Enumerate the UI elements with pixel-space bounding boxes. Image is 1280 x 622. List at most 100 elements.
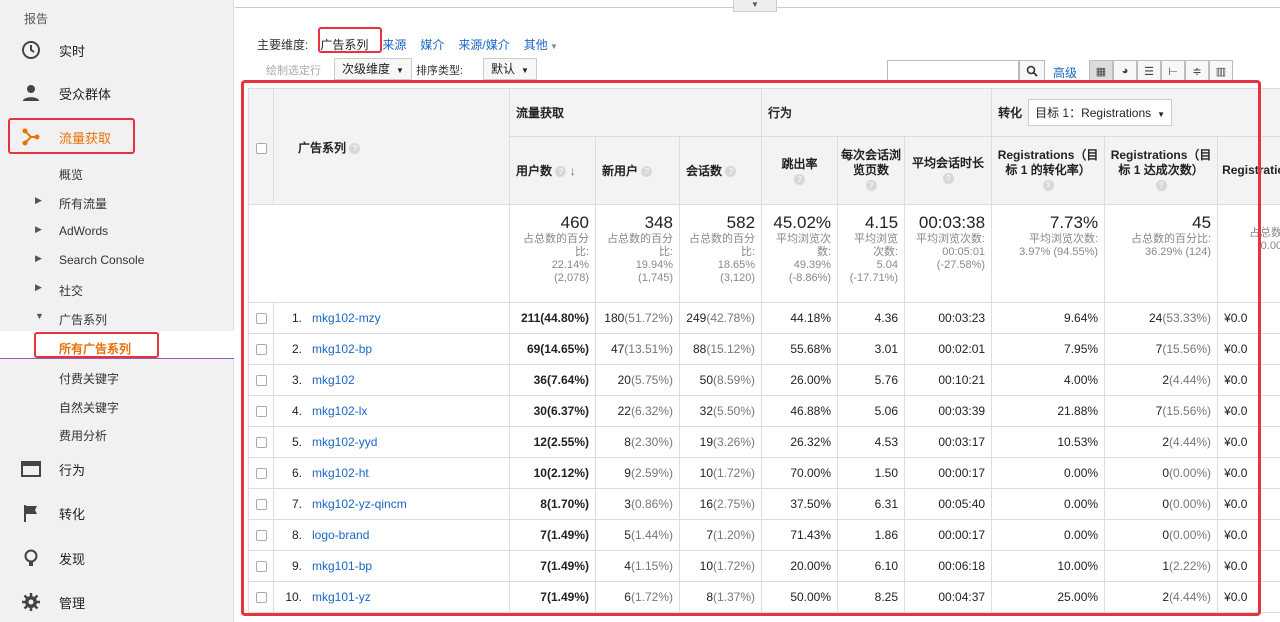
bounce-cell: 26.00% — [761, 364, 839, 396]
sessions-value: 88 — [692, 342, 707, 356]
help-icon[interactable]: ? — [942, 172, 954, 184]
row-checkbox[interactable] — [255, 592, 267, 604]
value-header[interactable]: Registrations（目标 1 的价值） — [1217, 136, 1280, 205]
totals-sub: 19.94% — [635, 259, 673, 271]
sessions-header-label: 会话数 — [686, 164, 723, 178]
select-all-checkbox[interactable] — [255, 143, 267, 155]
table-row[interactable]: 2. mkg102-bp 69(14.65%) 47(13.51%) 88(15.12%… — [248, 333, 1280, 365]
campaign-link[interactable]: mkg102-mzy — [312, 311, 381, 325]
table-row[interactable]: 6. mkg102-ht 10(2.12%) 9(2.59%) 10(1.72%) 70.… — [248, 457, 1280, 489]
sidebar-sub-cost-analysis[interactable]: 费用分析 — [59, 427, 107, 444]
sidebar-sub-paid-keywords[interactable]: 付费关键字 — [59, 370, 119, 387]
value-cell: ¥0.0 — [1217, 519, 1280, 551]
sidebar-item-conversions[interactable]: 转化 — [0, 493, 234, 533]
table-row[interactable]: 7. mkg102-yz-qincm 8(1.70%) 3(0.86%) 16(2.75… — [248, 488, 1280, 520]
table-search-input[interactable] — [887, 60, 1019, 82]
table-row[interactable]: 1. mkg102-mzy 211(44.80%) 180(51.72%) 249(42… — [248, 302, 1280, 334]
bar-view-icon[interactable]: ☰ — [1137, 60, 1161, 82]
new-users-header[interactable]: 新用户 ? — [595, 136, 680, 205]
row-checkbox[interactable] — [255, 561, 267, 573]
campaign-link[interactable]: mkg102-yz-qincm — [312, 497, 407, 511]
sidebar-item-behavior[interactable]: 行为 — [0, 449, 234, 489]
campaign-link[interactable]: mkg101-bp — [312, 559, 372, 573]
sidebar-sub-all-traffic[interactable]: ▶ 所有流量 — [35, 195, 107, 212]
completions-header[interactable]: Registrations（目标 1 达成次数）? — [1104, 136, 1219, 205]
dimension-medium[interactable]: 媒介 — [420, 36, 444, 53]
term-cloud-icon[interactable]: ≑ — [1185, 60, 1209, 82]
campaign-link[interactable]: mkg102-lx — [312, 404, 367, 418]
table-row[interactable]: 5. mkg102-yyd 12(2.55%) 8(2.30%) 19(3.26%) 26… — [248, 426, 1280, 458]
row-checkbox[interactable] — [255, 437, 267, 449]
new-users-pct: (13.51%) — [624, 342, 673, 356]
sidebar-sub-organic-keywords[interactable]: 自然关键字 — [59, 399, 119, 416]
new-users-cell: 8(2.30%) — [595, 426, 680, 458]
sessions-header[interactable]: 会话数 ? — [678, 136, 763, 205]
row-index: 1. — [291, 311, 302, 325]
sort-dropdown[interactable]: 默认 ▼ — [483, 58, 537, 80]
table-row[interactable]: 10. mkg101-yz 7(1.49%) 6(1.72%) 8(1.37%) 50.0… — [248, 581, 1280, 613]
person-icon — [20, 82, 42, 104]
sidebar-item-admin[interactable]: 管理 — [0, 582, 234, 622]
campaign-link[interactable]: mkg102-yyd — [312, 435, 377, 449]
bounce-header[interactable]: 跳出率? — [761, 136, 839, 205]
campaign-link[interactable]: mkg102-bp — [312, 342, 372, 356]
table-view-icon[interactable]: ▦ — [1089, 60, 1113, 82]
row-checkbox[interactable] — [255, 344, 267, 356]
duration-header[interactable]: 平均会话时长? — [904, 136, 993, 205]
campaign-link[interactable]: mkg102-ht — [312, 466, 369, 480]
campaign-cell: 1. mkg102-mzy — [273, 302, 510, 334]
sidebar-sub-overview[interactable]: 概览 — [59, 166, 83, 183]
campaign-link[interactable]: logo-brand — [312, 528, 369, 542]
table-row[interactable]: 8. logo-brand 7(1.49%) 5(1.44%) 7(1.20%) 71.4… — [248, 519, 1280, 551]
advanced-filter-link[interactable]: 高级 — [1053, 64, 1077, 81]
help-icon[interactable]: ? — [794, 174, 806, 186]
totals-sub: 22.14% — [551, 259, 589, 271]
row-checkbox[interactable] — [255, 375, 267, 387]
row-checkbox[interactable] — [255, 499, 267, 511]
plot-rows-button[interactable]: 绘制选定行 — [266, 62, 321, 78]
row-checkbox[interactable] — [255, 468, 267, 480]
table-row[interactable]: 4. mkg102-lx 30(6.37%) 22(6.32%) 32(5.50%) 46… — [248, 395, 1280, 427]
dimension-source-medium[interactable]: 来源/媒介 — [458, 36, 509, 53]
sidebar-item-discover[interactable]: 发现 — [0, 538, 234, 578]
row-checkbox[interactable] — [255, 406, 267, 418]
help-icon[interactable]: ? — [725, 166, 737, 178]
users-value: 12 — [533, 435, 547, 449]
help-icon[interactable]: ? — [1155, 180, 1167, 192]
totals-value: 4.15 — [864, 213, 899, 232]
sidebar-item-realtime[interactable]: 实时 — [0, 30, 234, 70]
conv-rate-header[interactable]: Registrations（目标 1 的转化率）? — [991, 136, 1106, 205]
pivot-view-icon[interactable]: ▥ — [1209, 60, 1233, 82]
secondary-dimension-dropdown[interactable]: 次级维度 ▼ — [334, 58, 412, 80]
users-header[interactable]: 用户数 ? ↓ — [509, 136, 596, 205]
goal-dropdown[interactable]: 目标 1：Registrations ▼ — [1028, 99, 1173, 126]
sidebar-sub-adwords[interactable]: ▶ AdWords — [35, 224, 108, 238]
conv-rate-cell: 10.53% — [991, 426, 1106, 458]
sidebar-sub-campaigns[interactable]: ▼ 广告系列 — [35, 311, 107, 328]
new-users-cell: 5(1.44%) — [595, 519, 680, 551]
bounce-cell: 20.00% — [761, 550, 839, 582]
row-checkbox[interactable] — [255, 313, 267, 325]
help-icon[interactable]: ? — [349, 143, 361, 155]
sidebar-sub-search-console[interactable]: ▶ Search Console — [35, 253, 144, 267]
help-icon[interactable]: ? — [865, 180, 877, 192]
pie-view-icon[interactable]: ◕ — [1113, 60, 1137, 82]
table-row[interactable]: 9. mkg101-bp 7(1.49%) 4(1.15%) 10(1.72%) 20.0… — [248, 550, 1280, 582]
row-checkbox[interactable] — [255, 530, 267, 542]
help-icon[interactable]: ? — [641, 166, 653, 178]
sidebar-sub-social[interactable]: ▶ 社交 — [35, 282, 83, 299]
dimension-other[interactable]: 其他 ▼ — [524, 36, 558, 53]
campaign-link[interactable]: mkg102 — [312, 373, 355, 387]
campaign-link[interactable]: mkg101-yz — [312, 590, 371, 604]
help-icon[interactable]: ? — [1042, 180, 1054, 192]
campaign-column-header[interactable]: 广告系列 ? — [273, 88, 510, 205]
comparison-view-icon[interactable]: ⊢ — [1161, 60, 1185, 82]
duration-cell: 00:03:39 — [904, 395, 993, 427]
pages-header[interactable]: 每次会话浏览页数? — [837, 136, 906, 205]
search-button[interactable] — [1019, 60, 1045, 82]
help-icon[interactable]: ? — [555, 166, 567, 178]
dimension-source[interactable]: 来源 — [382, 36, 406, 53]
table-row[interactable]: 3. mkg102 36(7.64%) 20(5.75%) 50(8.59%) 26.00… — [248, 364, 1280, 396]
sidebar-item-audience[interactable]: 受众群体 — [0, 73, 234, 113]
collapse-toggle[interactable]: ▼ — [733, 0, 777, 12]
